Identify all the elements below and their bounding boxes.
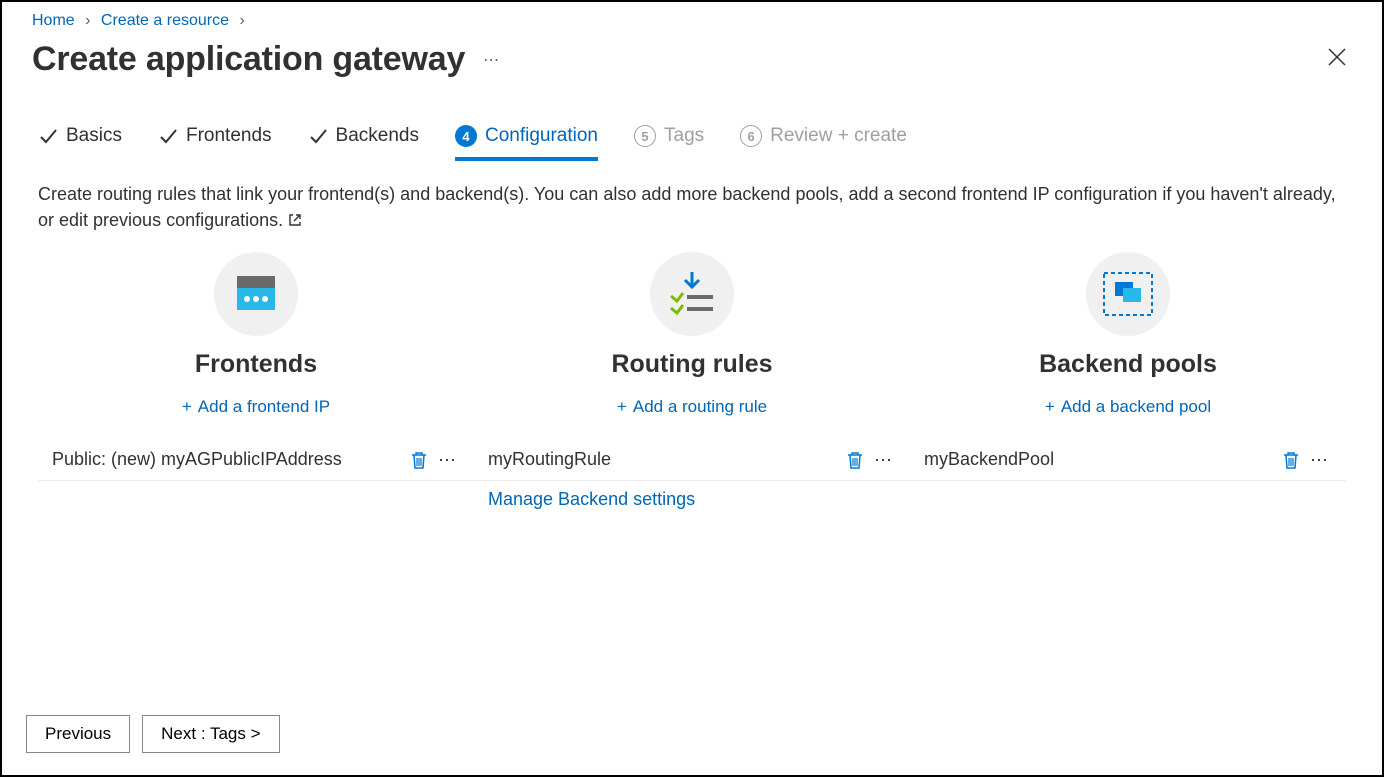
routing-column: Routing rules + Add a routing rule — [474, 252, 910, 417]
chevron-right-icon: › — [239, 12, 244, 29]
tab-basics-label: Basics — [66, 125, 122, 147]
delete-button[interactable] — [846, 450, 864, 470]
backend-item[interactable]: myBackendPool ⋯ — [910, 441, 1346, 481]
step-number-icon: 6 — [740, 125, 762, 147]
trash-icon — [1282, 450, 1300, 470]
plus-icon: + — [1045, 397, 1055, 417]
trash-icon — [846, 450, 864, 470]
backend-item-label: myBackendPool — [924, 449, 1054, 470]
tab-backends-label: Backends — [336, 125, 419, 147]
frontends-column: Frontends + Add a frontend IP — [38, 252, 474, 417]
more-button[interactable]: ⋯ — [438, 451, 458, 469]
tab-review[interactable]: 6 Review + create — [740, 125, 907, 161]
backends-column: Backend pools + Add a backend pool — [910, 252, 1346, 417]
routing-title: Routing rules — [611, 350, 772, 379]
previous-button[interactable]: Previous — [26, 715, 130, 753]
breadcrumb: Home › Create a resource › — [2, 2, 1382, 32]
manage-backend-settings[interactable]: Manage Backend settings — [488, 481, 910, 510]
more-icon[interactable]: ⋯ — [483, 50, 501, 70]
tab-tags[interactable]: 5 Tags — [634, 125, 704, 161]
routing-icon — [650, 252, 734, 336]
chevron-right-icon: › — [85, 12, 90, 29]
add-backend-button[interactable]: + Add a backend pool — [1045, 397, 1211, 417]
step-number-icon: 5 — [634, 125, 656, 147]
frontends-icon — [214, 252, 298, 336]
add-backend-label: Add a backend pool — [1061, 397, 1211, 417]
description: Create routing rules that link your fron… — [2, 161, 1382, 244]
tab-frontends[interactable]: Frontends — [158, 125, 272, 161]
description-text: Create routing rules that link your fron… — [38, 184, 1336, 230]
more-button[interactable]: ⋯ — [874, 451, 894, 469]
trash-icon — [410, 450, 428, 470]
tab-review-label: Review + create — [770, 125, 907, 147]
add-frontend-button[interactable]: + Add a frontend IP — [182, 397, 330, 417]
close-icon — [1328, 48, 1346, 66]
breadcrumb-home[interactable]: Home — [32, 12, 75, 29]
more-button[interactable]: ⋯ — [1310, 451, 1330, 469]
delete-button[interactable] — [410, 450, 428, 470]
page-title: Create application gateway — [32, 40, 465, 79]
check-icon — [308, 126, 328, 146]
close-button[interactable] — [1322, 42, 1352, 77]
breadcrumb-create-resource[interactable]: Create a resource — [101, 12, 229, 29]
tab-backends[interactable]: Backends — [308, 125, 419, 161]
check-icon — [158, 126, 178, 146]
delete-button[interactable] — [1282, 450, 1300, 470]
tab-tags-label: Tags — [664, 125, 704, 147]
add-routing-button[interactable]: + Add a routing rule — [617, 397, 767, 417]
tab-basics[interactable]: Basics — [38, 125, 122, 161]
frontend-item-label: Public: (new) myAGPublicIPAddress — [52, 449, 342, 470]
wizard-tabs: Basics Frontends Backends 4 Configuratio… — [2, 103, 1382, 161]
add-routing-label: Add a routing rule — [633, 397, 767, 417]
check-icon — [38, 126, 58, 146]
plus-icon: + — [182, 397, 192, 417]
backends-icon — [1086, 252, 1170, 336]
backends-title: Backend pools — [1039, 350, 1217, 379]
tab-frontends-label: Frontends — [186, 125, 272, 147]
routing-item-label: myRoutingRule — [488, 449, 611, 470]
add-frontend-label: Add a frontend IP — [198, 397, 330, 417]
tab-configuration[interactable]: 4 Configuration — [455, 125, 598, 161]
routing-item[interactable]: myRoutingRule ⋯ — [474, 441, 910, 481]
tab-configuration-label: Configuration — [485, 125, 598, 147]
frontend-item[interactable]: Public: (new) myAGPublicIPAddress ⋯ — [38, 441, 474, 481]
plus-icon: + — [617, 397, 627, 417]
next-button[interactable]: Next : Tags > — [142, 715, 279, 753]
frontends-title: Frontends — [195, 350, 317, 379]
step-number-icon: 4 — [455, 125, 477, 147]
external-link-icon[interactable] — [288, 208, 302, 234]
